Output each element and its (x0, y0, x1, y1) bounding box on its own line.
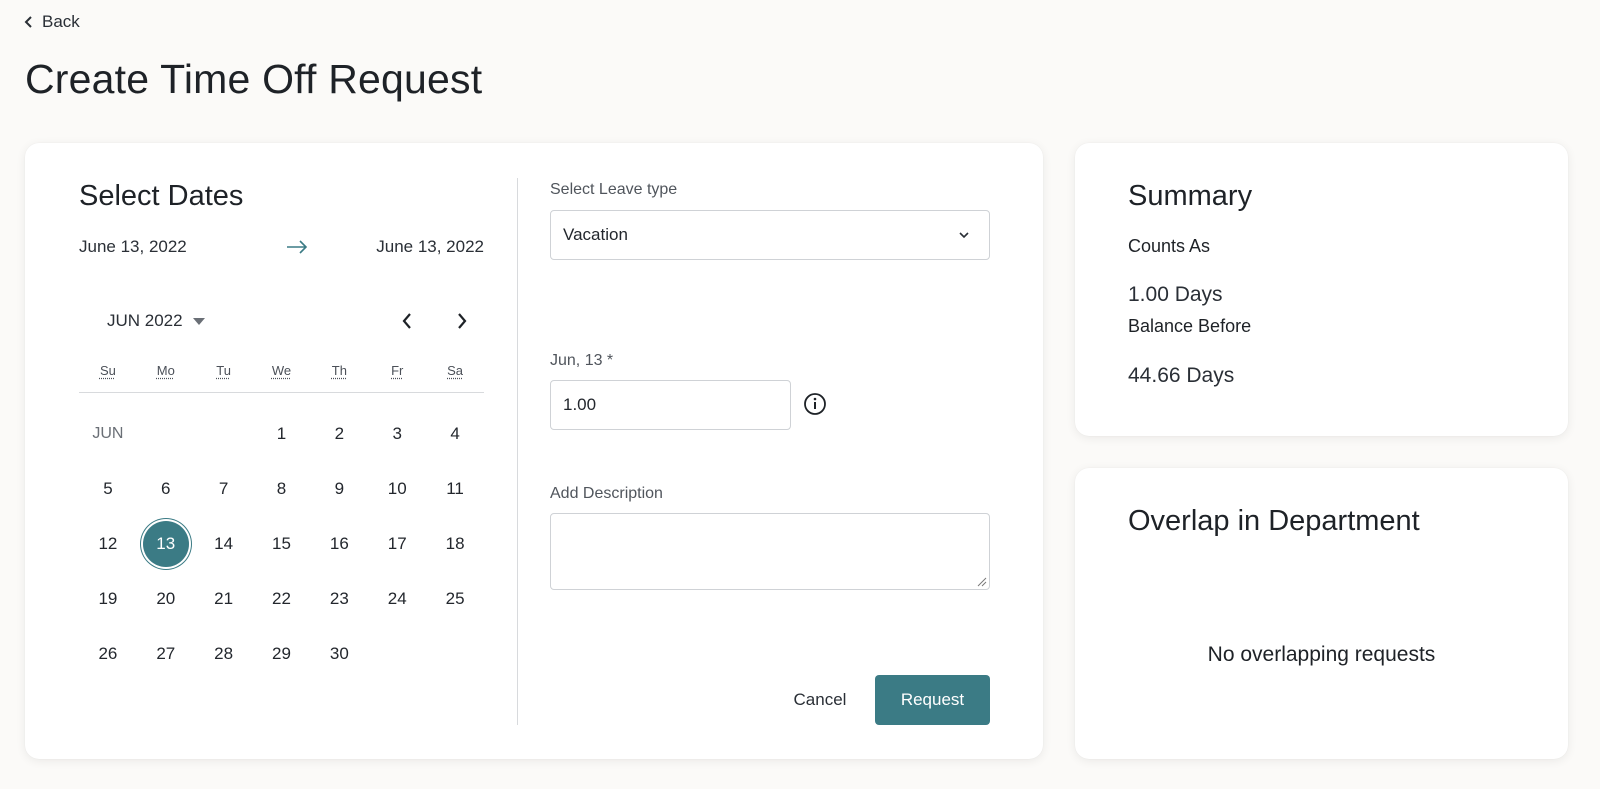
calendar-day[interactable]: 11 (426, 461, 484, 516)
calendar-day[interactable]: 15 (253, 516, 311, 571)
calendar-day[interactable]: 23 (310, 571, 368, 626)
chevron-right-icon (458, 313, 467, 329)
weekday-label: Th (331, 363, 347, 378)
info-icon[interactable] (803, 392, 827, 416)
month-year-select[interactable]: JUN 2022 (107, 311, 205, 331)
weekday-label: We (271, 363, 292, 378)
leave-type-value: Vacation (563, 225, 628, 244)
day-amount-input[interactable] (550, 380, 791, 430)
prev-month-button[interactable] (395, 309, 419, 333)
calendar-day[interactable]: 4 (426, 406, 484, 461)
select-dates-title: Select Dates (79, 180, 244, 212)
calendar-day[interactable]: 9 (310, 461, 368, 516)
chevron-down-icon (959, 231, 969, 238)
calendar-day[interactable]: 20 (137, 571, 195, 626)
calendar-month-label: JUN (92, 424, 124, 442)
overlap-empty-message: No overlapping requests (1207, 643, 1436, 666)
page-title: Create Time Off Request (25, 56, 483, 102)
overlap-title: Overlap in Department (1128, 505, 1420, 537)
arrow-right-icon (286, 240, 307, 254)
calendar-day[interactable]: 1 (253, 406, 311, 461)
calendar-empty-cell (137, 406, 195, 461)
calendar-day[interactable]: 2 (310, 406, 368, 461)
weekday-label: Mo (156, 363, 175, 378)
selected-day-value: 13 (142, 520, 189, 567)
calendar-grid: JUN 1 2 3 4 5 6 7 8 9 10 11 12 13 14 15 … (79, 406, 484, 681)
calendar-day[interactable]: 16 (310, 516, 368, 571)
weekday-label: Sa (447, 363, 464, 378)
weekday-header: Su Mo Tu We Th Fr Sa (79, 363, 484, 393)
calendar-day[interactable]: 25 (426, 571, 484, 626)
overlap-card: Overlap in Department No overlapping req… (1075, 468, 1568, 759)
day-amount-label: Jun, 13 * (550, 352, 614, 369)
leave-type-select[interactable]: Vacation (550, 210, 990, 260)
back-link[interactable]: Back (24, 12, 80, 32)
summary-card: Summary Counts As 1.00 Days Balance Befo… (1075, 143, 1568, 436)
weekday-label: Tu (216, 363, 231, 378)
next-month-button[interactable] (450, 309, 474, 333)
month-year-label: JUN 2022 (107, 311, 183, 330)
counts-as-value: 1.00 Days (1128, 283, 1223, 306)
balance-before-value: 44.66 Days (1128, 364, 1235, 387)
calendar-day[interactable]: 6 (137, 461, 195, 516)
calendar-day[interactable]: 24 (368, 571, 426, 626)
calendar-day[interactable]: 12 (79, 516, 137, 571)
request-button[interactable]: Request (875, 675, 990, 725)
weekday-label: Su (99, 363, 116, 378)
weekday-label: Fr (391, 363, 404, 378)
column-divider (517, 178, 518, 725)
calendar-day[interactable]: 26 (79, 626, 137, 681)
start-date: June 13, 2022 (79, 237, 187, 256)
calendar-day[interactable]: 8 (253, 461, 311, 516)
description-textarea[interactable] (550, 513, 990, 590)
chevron-left-icon (24, 16, 32, 28)
calendar-day[interactable]: 28 (195, 626, 253, 681)
leave-type-label: Select Leave type (550, 181, 678, 198)
request-form-card: Select Dates June 13, 2022 June 13, 2022… (25, 143, 1043, 759)
cancel-button[interactable]: Cancel (775, 675, 865, 725)
chevron-left-icon (402, 313, 411, 329)
calendar-day[interactable]: 21 (195, 571, 253, 626)
back-label: Back (42, 12, 80, 31)
calendar-day[interactable]: 7 (195, 461, 253, 516)
calendar-day[interactable]: 5 (79, 461, 137, 516)
calendar-empty-cell (195, 406, 253, 461)
calendar-day[interactable]: 17 (368, 516, 426, 571)
calendar-day[interactable]: 3 (368, 406, 426, 461)
calendar-day[interactable]: 22 (253, 571, 311, 626)
calendar-day[interactable]: 18 (426, 516, 484, 571)
calendar-day[interactable]: 14 (195, 516, 253, 571)
summary-title: Summary (1128, 180, 1253, 212)
calendar-day[interactable]: 29 (253, 626, 311, 681)
date-range: June 13, 2022 June 13, 2022 (79, 237, 484, 257)
balance-before-label: Balance Before (1128, 316, 1252, 336)
calendar-day-selected[interactable]: 13 (137, 516, 195, 571)
calendar-day[interactable]: 10 (368, 461, 426, 516)
description-label: Add Description (550, 485, 663, 502)
calendar-day[interactable]: 27 (137, 626, 195, 681)
end-date: June 13, 2022 (376, 237, 484, 256)
calendar-day[interactable]: 30 (310, 626, 368, 681)
caret-down-icon (192, 317, 205, 325)
resize-grip-icon[interactable] (977, 577, 987, 587)
calendar-day[interactable]: 19 (79, 571, 137, 626)
counts-as-label: Counts As (1128, 236, 1211, 256)
